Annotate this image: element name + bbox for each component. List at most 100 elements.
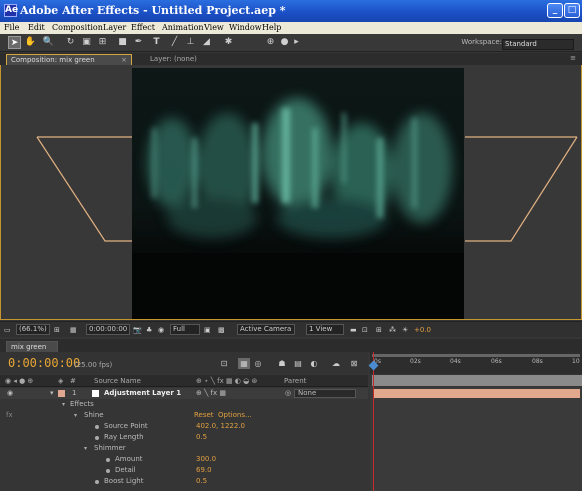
axis-mode-icon[interactable]: ⊕ bbox=[264, 36, 277, 49]
toggle-pixel-icon[interactable]: ▬ bbox=[350, 325, 357, 335]
clone-stamp-tool-icon[interactable]: ⊥ bbox=[184, 36, 197, 49]
safe-margins-icon[interactable]: ⊞ bbox=[54, 325, 60, 335]
menu-composition[interactable]: Composition bbox=[52, 22, 103, 34]
current-time-display[interactable]: 0:00:00:00 bbox=[86, 324, 131, 335]
menu-help[interactable]: Help bbox=[262, 22, 281, 34]
property-value[interactable]: 0.5 bbox=[196, 476, 207, 487]
fast-previews-icon[interactable]: ⊡ bbox=[362, 325, 368, 335]
property-value[interactable]: 0.5 bbox=[196, 432, 207, 443]
draft-3d-icon[interactable]: ◎ bbox=[252, 358, 264, 369]
brainstorm-icon[interactable]: ☁ bbox=[330, 358, 342, 369]
flowchart-icon[interactable]: ⁂ bbox=[389, 325, 396, 335]
column-source-name[interactable]: Source Name bbox=[94, 376, 141, 386]
layer-track-area[interactable] bbox=[370, 387, 582, 491]
stopwatch-icon[interactable] bbox=[106, 458, 110, 462]
layer-tab[interactable]: Layer: (none) bbox=[150, 55, 197, 63]
layer-duration-bar[interactable] bbox=[373, 389, 580, 398]
expand-effects-icon[interactable]: ▾ bbox=[62, 399, 65, 410]
snapshot-icon[interactable]: 📷 bbox=[133, 325, 142, 335]
timeline-icon[interactable]: ⊞ bbox=[376, 325, 382, 335]
timeline-navigator[interactable] bbox=[372, 375, 582, 386]
rotate-tool-icon[interactable]: ↻ bbox=[64, 36, 77, 49]
layer-name[interactable]: Adjustment Layer 1 bbox=[104, 388, 181, 399]
fx-icon[interactable]: fx bbox=[6, 410, 13, 421]
parent-dropdown[interactable]: None bbox=[294, 389, 356, 398]
composition-tab[interactable]: Composition: mix green × bbox=[6, 54, 132, 65]
aurora-render-preview[interactable] bbox=[132, 68, 464, 319]
menu-layer[interactable]: Layer bbox=[103, 22, 126, 34]
mask-visibility-icon[interactable]: ▦ bbox=[70, 325, 77, 335]
panel-menu-icon[interactable]: ≡ bbox=[570, 54, 576, 62]
timeline-current-time[interactable]: 0:00:00:00 bbox=[8, 356, 80, 370]
current-time-indicator[interactable] bbox=[373, 352, 374, 491]
effects-group-row[interactable]: ▾ Effects bbox=[0, 399, 368, 410]
graph-editor-icon[interactable]: ⊠ bbox=[348, 358, 360, 369]
camera-tool-icon[interactable]: ▣ bbox=[80, 36, 93, 49]
show-snapshot-icon[interactable]: ♣ bbox=[146, 325, 152, 335]
options-link[interactable]: Options... bbox=[218, 410, 252, 421]
channel-icon[interactable]: ◉ bbox=[158, 325, 164, 335]
property-row[interactable]: Source Point 402.0, 1222.0 bbox=[0, 421, 368, 432]
pen-tool-icon[interactable]: ✒ bbox=[132, 36, 145, 49]
view-axis-icon[interactable]: ▸ bbox=[290, 36, 303, 49]
magnification-dropdown[interactable]: (66.1%) bbox=[16, 324, 50, 335]
property-row[interactable]: Detail 69.0 bbox=[0, 465, 368, 476]
view-layout-dropdown[interactable]: 1 View bbox=[306, 324, 344, 335]
hand-tool-icon[interactable]: ✋ bbox=[24, 36, 37, 49]
layer-row[interactable]: ◉ ▾ 1 Adjustment Layer 1 ⊕ ╲ fx ▦ ◎ None bbox=[0, 388, 368, 399]
stopwatch-icon[interactable] bbox=[95, 436, 99, 440]
zoom-tool-icon[interactable]: 🔍 bbox=[42, 36, 55, 49]
exposure-icon[interactable]: ☀ bbox=[402, 325, 408, 335]
text-tool-icon[interactable]: T bbox=[150, 36, 163, 49]
workspace-dropdown[interactable]: Standard bbox=[502, 39, 574, 50]
comp-mini-flowchart-icon[interactable]: ⊡ bbox=[218, 358, 230, 369]
pickwhip-icon[interactable]: ◎ bbox=[285, 388, 291, 399]
close-icon[interactable]: × bbox=[121, 55, 127, 65]
region-of-interest-icon[interactable]: ▣ bbox=[204, 325, 211, 335]
menu-window[interactable]: Window bbox=[229, 22, 262, 34]
eraser-tool-icon[interactable]: ◢ bbox=[200, 36, 213, 49]
menu-view[interactable]: View bbox=[204, 22, 224, 34]
selection-tool-icon[interactable]: ➤ bbox=[8, 36, 21, 49]
brush-tool-icon[interactable]: ╱ bbox=[168, 36, 181, 49]
property-row[interactable]: Amount 300.0 bbox=[0, 454, 368, 465]
puppet-pin-tool-icon[interactable]: ✱ bbox=[222, 36, 235, 49]
column-parent[interactable]: Parent bbox=[284, 376, 306, 386]
minimize-button[interactable]: _ bbox=[547, 3, 563, 18]
property-value[interactable]: 402.0, 1222.0 bbox=[196, 421, 245, 432]
timeline-tab[interactable]: mix green bbox=[6, 341, 58, 352]
live-update-icon[interactable]: ▦ bbox=[238, 358, 250, 369]
property-row[interactable]: Ray Length 0.5 bbox=[0, 432, 368, 443]
video-eye-icon[interactable]: ◉ bbox=[7, 388, 13, 399]
menu-file[interactable]: File bbox=[4, 22, 19, 34]
property-value[interactable]: 300.0 bbox=[196, 454, 216, 465]
layer-switches[interactable]: ⊕ ╲ fx ▦ bbox=[196, 388, 226, 399]
work-area-bar[interactable] bbox=[372, 354, 580, 357]
exposure-value[interactable]: +0.0 bbox=[414, 325, 431, 335]
pan-behind-tool-icon[interactable]: ⊞ bbox=[96, 36, 109, 49]
shimmer-group-row[interactable]: ▾ Shimmer bbox=[0, 443, 368, 454]
camera-view-dropdown[interactable]: Active Camera bbox=[237, 324, 295, 335]
stopwatch-icon[interactable] bbox=[95, 425, 99, 429]
expand-layer-icon[interactable]: ▾ bbox=[50, 388, 54, 399]
resolution-dropdown[interactable]: Full bbox=[170, 324, 200, 335]
menu-effect[interactable]: Effect bbox=[131, 22, 155, 34]
menu-animation[interactable]: Animation bbox=[162, 22, 204, 34]
menu-edit[interactable]: Edit bbox=[28, 22, 45, 34]
expand-shimmer-icon[interactable]: ▾ bbox=[84, 443, 87, 454]
stopwatch-icon[interactable] bbox=[106, 469, 110, 473]
effect-row-shine[interactable]: fx ▾ Shine Reset Options... bbox=[0, 410, 368, 421]
always-preview-icon[interactable]: ▭ bbox=[4, 325, 11, 335]
hide-shy-layers-icon[interactable]: ☗ bbox=[276, 358, 288, 369]
rectangle-mask-tool-icon[interactable]: ■ bbox=[116, 36, 129, 49]
motion-blur-icon[interactable]: ◐ bbox=[308, 358, 320, 369]
transparency-grid-icon[interactable]: ▩ bbox=[218, 325, 225, 335]
maximize-button[interactable]: □ bbox=[564, 3, 580, 18]
property-row[interactable]: Boost Light 0.5 bbox=[0, 476, 368, 491]
expand-shine-icon[interactable]: ▾ bbox=[74, 410, 77, 421]
stopwatch-icon[interactable] bbox=[95, 480, 99, 484]
layer-label-color[interactable] bbox=[58, 390, 65, 397]
property-value[interactable]: 69.0 bbox=[196, 465, 212, 476]
frame-blending-icon[interactable]: ▤ bbox=[292, 358, 304, 369]
reset-link[interactable]: Reset bbox=[194, 410, 214, 421]
